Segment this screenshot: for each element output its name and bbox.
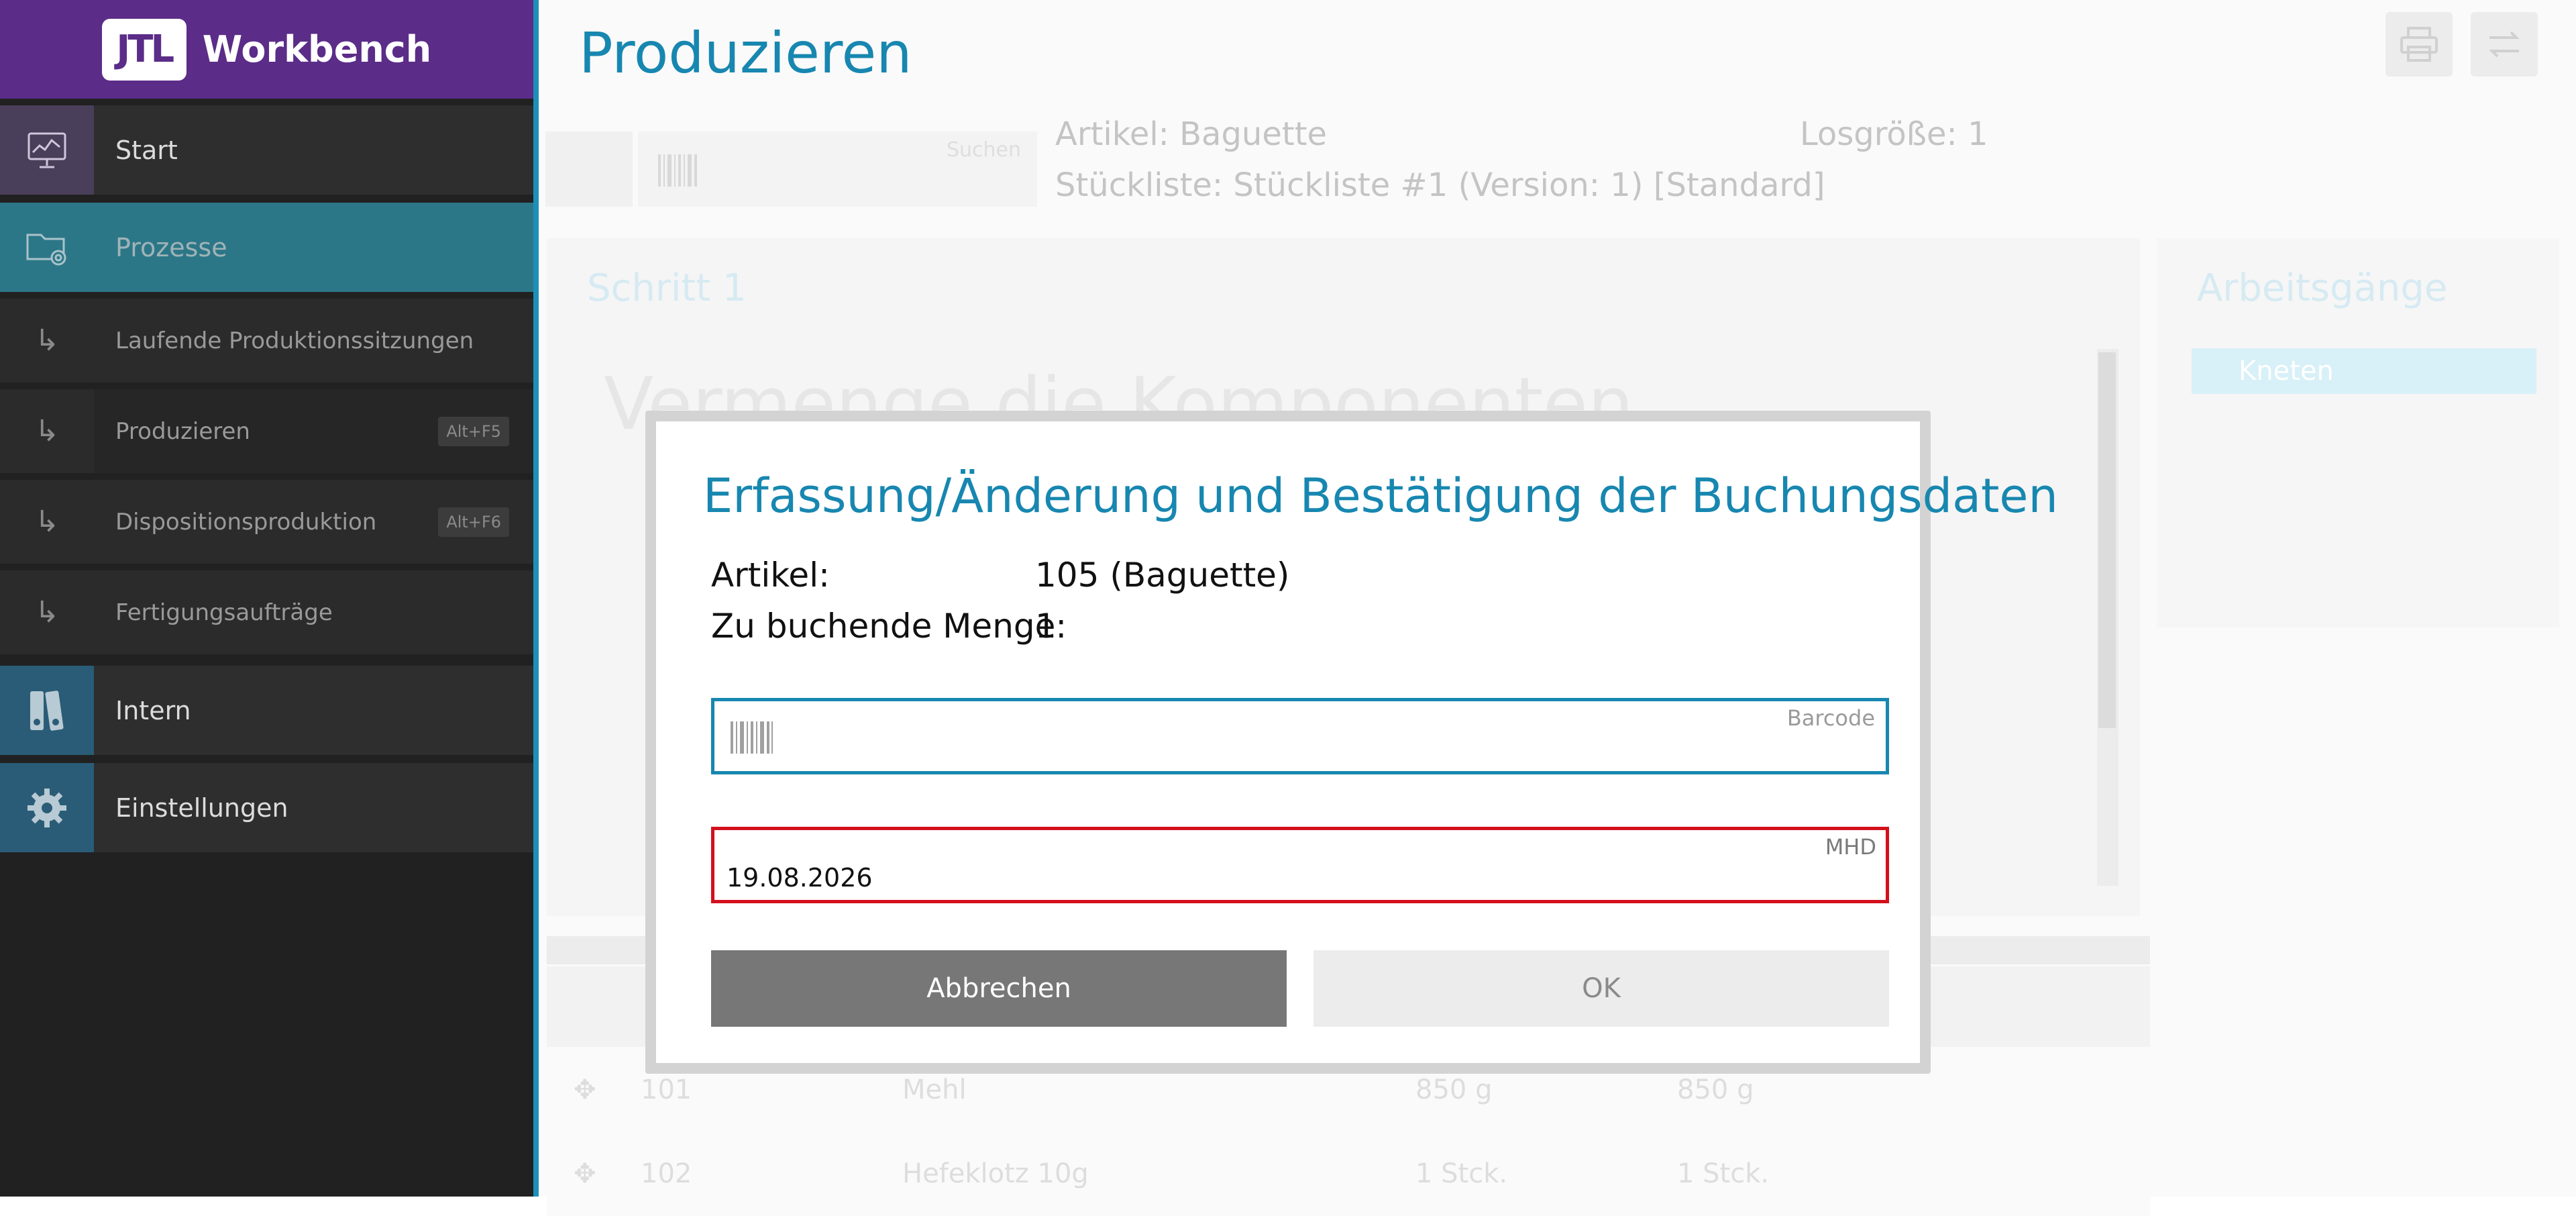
- barcode-icon: [731, 721, 773, 754]
- presentation-chart-icon: [0, 105, 94, 195]
- brand-header: JTL Workbench: [0, 0, 533, 99]
- cell-qty: 850 g: [1415, 1074, 1493, 1105]
- search-field[interactable]: Suchen: [638, 132, 1037, 207]
- cell-qty-booked: 850 g: [1677, 1074, 1754, 1105]
- back-button[interactable]: [545, 132, 633, 207]
- mhd-label: MHD: [1825, 834, 1876, 860]
- sub-arrow-icon: ↳: [0, 570, 94, 654]
- operations-panel: Arbeitsgänge Kneten: [2157, 238, 2559, 627]
- sub-arrow-icon: ↳: [0, 299, 94, 383]
- sidebar-item-einstellungen[interactable]: Einstellungen: [0, 763, 533, 852]
- cell-nr: 101: [641, 1074, 692, 1105]
- ok-button[interactable]: OK: [1313, 950, 1889, 1027]
- sidebar: JTL Workbench Start Prozesse ↳ Laufende …: [0, 0, 533, 1197]
- sidebar-item-label: Produzieren: [115, 417, 250, 445]
- artikel-value: 105 (Baguette): [1035, 556, 1290, 595]
- switch-button[interactable]: [2471, 12, 2538, 77]
- sidebar-item-intern[interactable]: Intern: [0, 666, 533, 755]
- app-title: Workbench: [202, 28, 432, 70]
- step-scrollbar-thumb[interactable]: [2098, 352, 2116, 728]
- info-artikel: Artikel: Baguette: [1055, 115, 1328, 153]
- sidebar-item-label: Intern: [115, 695, 191, 725]
- page-title: Produzieren: [579, 20, 912, 86]
- mhd-field[interactable]: MHD: [711, 827, 1889, 903]
- barcode-field[interactable]: Barcode: [711, 698, 1889, 774]
- drag-handle-icon[interactable]: ✥: [574, 1158, 596, 1189]
- sidebar-item-produzieren[interactable]: ↳ Produzieren Alt+F5: [0, 389, 533, 473]
- cancel-button[interactable]: Abbrechen: [711, 950, 1287, 1027]
- shortcut-badge: Alt+F6: [438, 507, 509, 537]
- printer-icon: [2400, 27, 2438, 62]
- swap-arrows-icon: [2489, 31, 2520, 58]
- sidebar-item-dispositionsproduktion[interactable]: ↳ Dispositionsproduktion Alt+F6: [0, 480, 533, 564]
- mhd-input[interactable]: [725, 858, 1734, 897]
- sidebar-item-label: Dispositionsproduktion: [115, 508, 377, 536]
- drag-handle-icon[interactable]: ✥: [574, 1074, 596, 1105]
- info-losgroesse: Losgröße: 1: [1800, 115, 1988, 153]
- operations-title: Arbeitsgänge: [2197, 266, 2448, 310]
- menge-value: 1: [1035, 607, 1057, 646]
- sidebar-item-label: Prozesse: [115, 232, 227, 262]
- menge-label: Zu buchende Menge:: [711, 607, 1067, 646]
- sidebar-item-label: Laufende Produktionssitzungen: [115, 327, 474, 354]
- print-button[interactable]: [2385, 12, 2453, 77]
- cell-name: Hefeklotz 10g: [902, 1158, 1089, 1189]
- sidebar-item-label: Fertigungsaufträge: [115, 599, 333, 626]
- table-row[interactable]: ✥ 102 Hefeklotz 10g 1 Stck. 1 Stck.: [547, 1134, 2150, 1216]
- booking-dialog: Erfassung/Änderung und Bestätigung der B…: [645, 411, 2058, 1074]
- sidebar-item-laufende-produktionssitzungen[interactable]: ↳ Laufende Produktionssitzungen: [0, 299, 533, 383]
- binders-icon: [0, 666, 94, 755]
- sidebar-divider: [533, 0, 539, 1197]
- cell-qty: 1 Stck.: [1415, 1158, 1508, 1189]
- sidebar-item-start[interactable]: Start: [0, 105, 533, 195]
- step-title: Schritt 1: [587, 266, 747, 310]
- cell-name: Mehl: [902, 1074, 967, 1105]
- barcode-label: Barcode: [1786, 705, 1875, 731]
- shortcut-badge: Alt+F5: [438, 416, 509, 446]
- cell-qty-booked: 1 Stck.: [1677, 1158, 1770, 1189]
- operation-item-label: Kneten: [2239, 356, 2334, 387]
- sidebar-item-label: Start: [115, 135, 178, 165]
- sidebar-item-prozesse[interactable]: Prozesse: [0, 203, 533, 292]
- search-placeholder: Suchen: [946, 138, 1021, 162]
- artikel-label: Artikel:: [711, 556, 830, 595]
- sidebar-item-label: Einstellungen: [115, 793, 288, 823]
- info-stueckliste: Stückliste: Stückliste #1 (Version: 1) […: [1055, 166, 1825, 204]
- folder-settings-icon: [0, 203, 94, 292]
- barcode-input[interactable]: [782, 717, 1790, 756]
- operation-item[interactable]: Kneten: [2192, 348, 2536, 394]
- sidebar-item-fertigungsauftraege[interactable]: ↳ Fertigungsaufträge: [0, 570, 533, 654]
- sub-arrow-icon: ↳: [0, 389, 94, 473]
- barcode-icon: [658, 154, 697, 187]
- gear-icon: [0, 763, 94, 852]
- cell-nr: 102: [641, 1158, 692, 1189]
- jtl-logo: JTL: [101, 18, 186, 81]
- dialog-title: Erfassung/Änderung und Bestätigung der B…: [703, 468, 2058, 523]
- sub-arrow-icon: ↳: [0, 480, 94, 564]
